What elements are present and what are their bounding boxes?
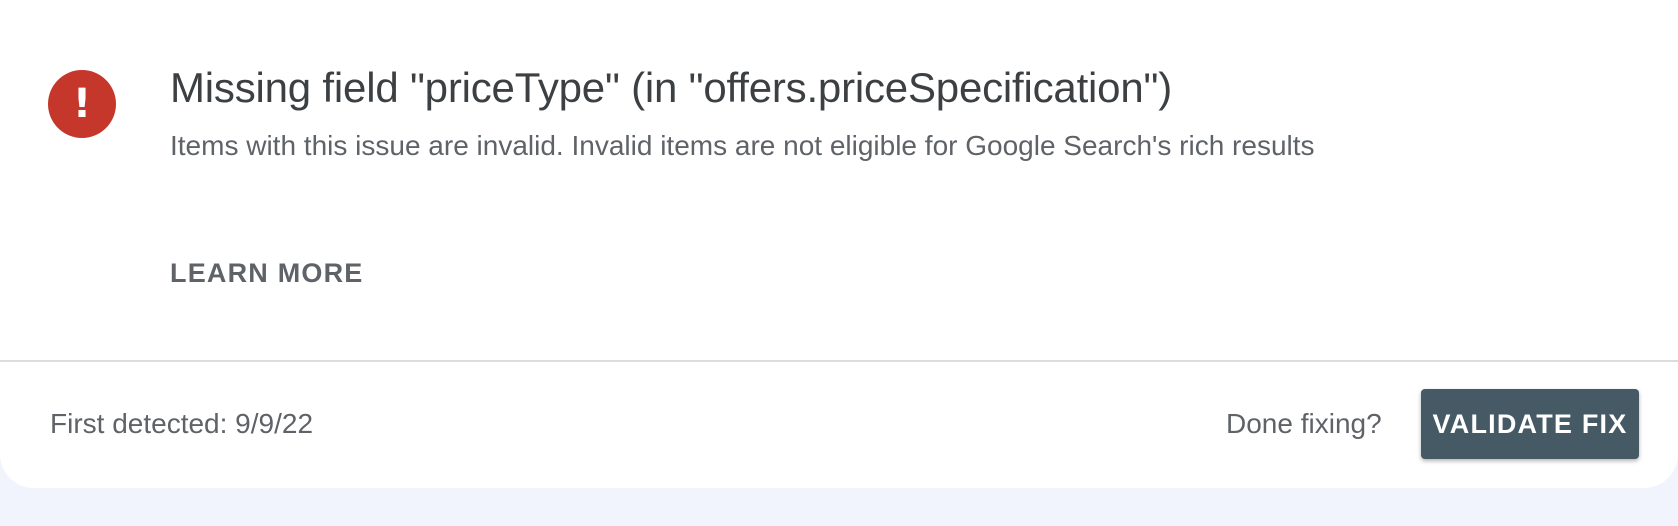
- first-detected-text: First detected: 9/9/22: [50, 408, 314, 439]
- validate-fix-button[interactable]: VALIDATE FIX: [1421, 389, 1639, 459]
- divider: [0, 360, 1678, 362]
- issue-title: Missing field "priceType" (in "offers.pr…: [170, 64, 1172, 111]
- learn-more-link[interactable]: LEARN MORE: [170, 258, 364, 289]
- done-fixing-label: Done fixing?: [1226, 408, 1382, 439]
- issue-card: ! Missing field "priceType" (in "offers.…: [0, 0, 1678, 488]
- error-icon-glyph: !: [72, 81, 92, 127]
- error-icon: !: [48, 70, 116, 138]
- issue-description: Items with this issue are invalid. Inval…: [170, 130, 1315, 161]
